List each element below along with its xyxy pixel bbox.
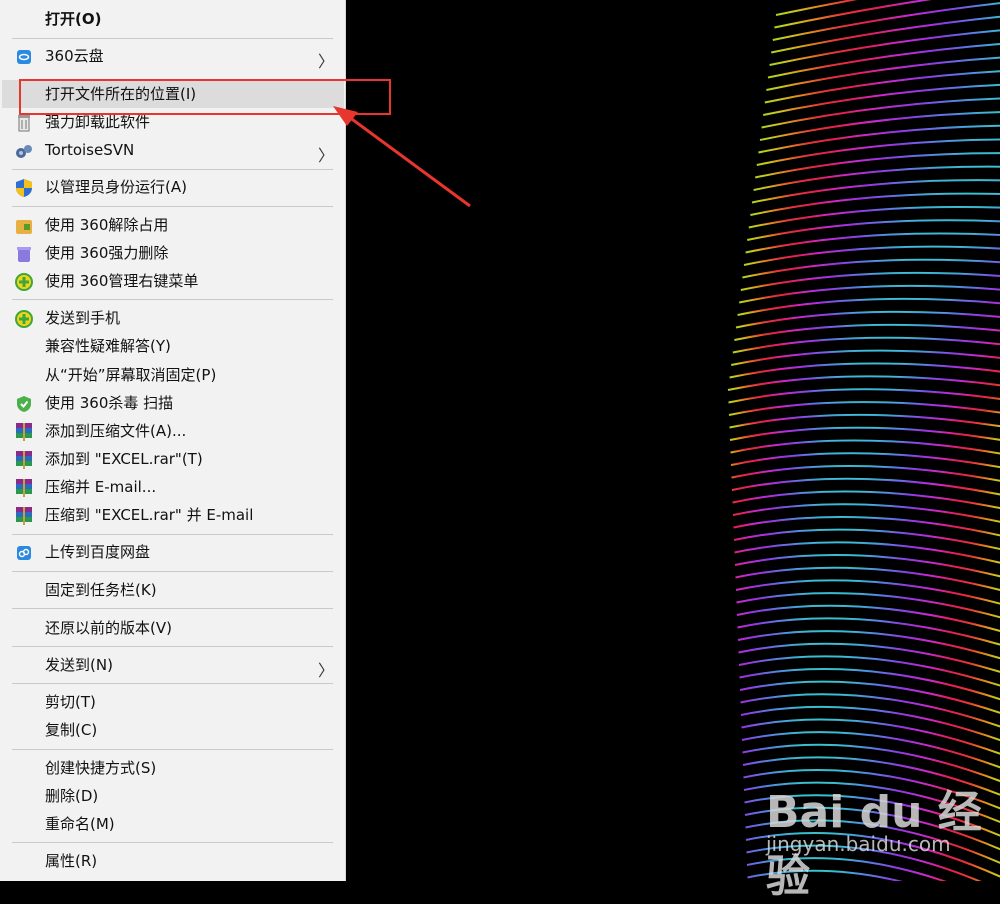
watermark-site: jingyan.baidu.com (766, 832, 951, 856)
baidu-jingyan-watermark: Bai du 经验 jingyan.baidu.com (766, 776, 1000, 904)
callout-arrow (0, 0, 1000, 881)
